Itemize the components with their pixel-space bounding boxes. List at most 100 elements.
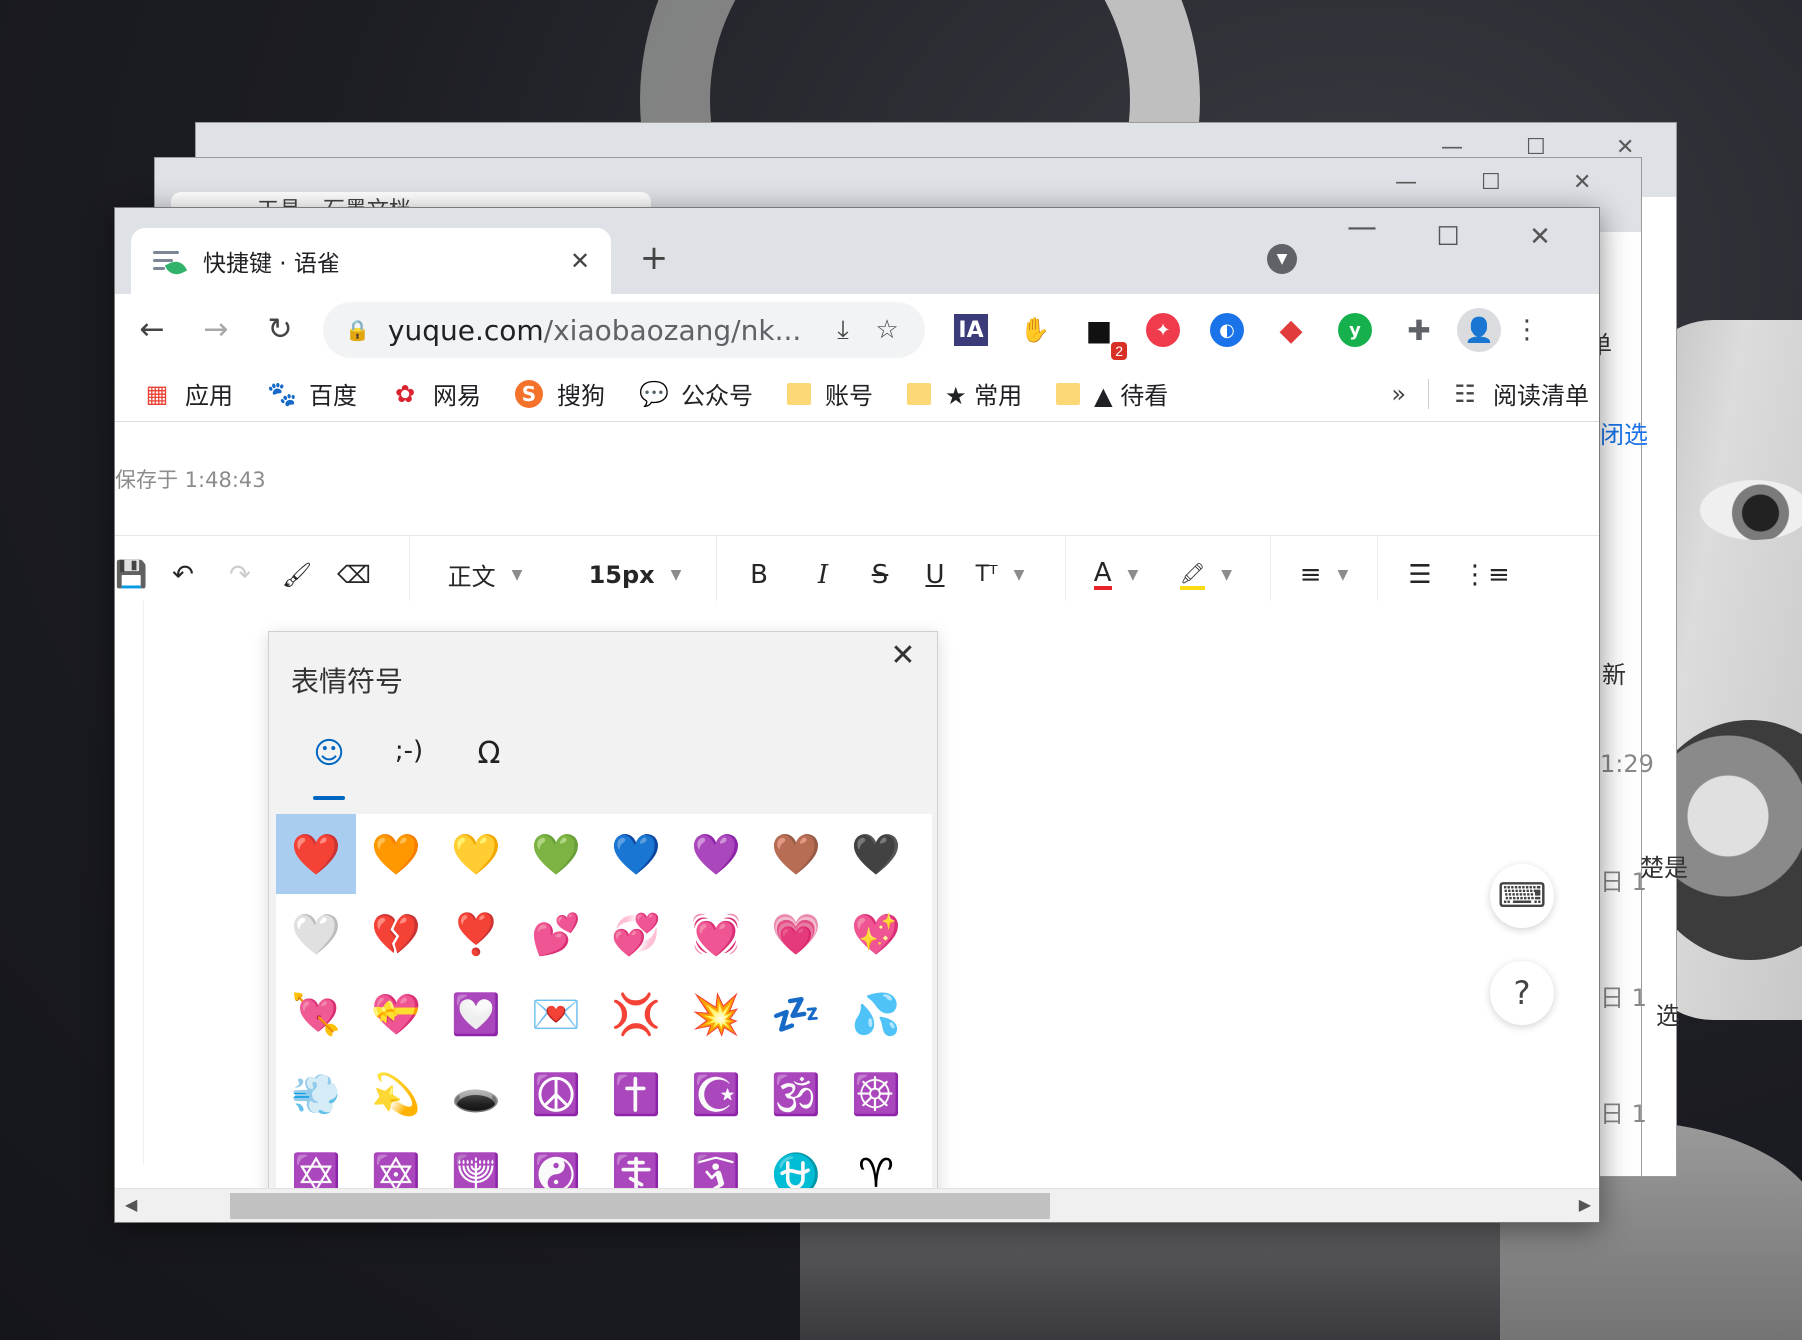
emoji-cell[interactable]: 💚 [516, 814, 596, 894]
emoji-cell[interactable]: ☸️ [836, 1054, 916, 1134]
emoji-cell[interactable]: 💔 [356, 894, 436, 974]
ia-extension-icon[interactable]: IA [954, 314, 988, 346]
emoji-cell[interactable]: 🤎 [756, 814, 836, 894]
reload-button[interactable]: ↻ [255, 305, 305, 355]
maximize-button[interactable]: ☐ [1423, 222, 1473, 252]
emoji-picker-panel[interactable]: 表情符号 ✕ ☺ ;-) Ω ❤️ 🧡 💛 💚 💙 💜 🤎 🖤 🤍 💔 ❣️ 💕 💞 💓 💗 💖 💘 💝 💟 💌 💢 💥 💤… [268, 631, 938, 1222]
emoji-cell[interactable]: 💓 [676, 894, 756, 974]
emoji-cell[interactable]: 💢 [596, 974, 676, 1054]
install-app-icon[interactable]: ⤓ [821, 315, 865, 346]
horizontal-scrollbar[interactable]: ◀ ▶ [115, 1188, 1599, 1222]
emoji-cell[interactable]: ✝️ [596, 1054, 676, 1134]
document-canvas[interactable]: 表情符号 ✕ ☺ ;-) Ω ❤️ 🧡 💛 💚 💙 💜 🤎 🖤 🤍 💔 ❣️ 💕 💞 💓 💗 💖 💘 💝 💟 💌 💢 💥 💤… [115, 601, 1599, 1222]
scrollbar-thumb[interactable] [230, 1193, 1050, 1219]
todo-extension-icon[interactable]: ■ 2 [1075, 306, 1127, 360]
tab-search-icon[interactable]: ▼ [1267, 244, 1297, 274]
bookmark-baidu[interactable]: 🐾 百度 [267, 376, 357, 411]
keyboard-shortcuts-button[interactable]: ⌨ [1490, 864, 1554, 928]
puzzle-extension-icon[interactable]: ✚ [1395, 306, 1443, 354]
emoji-cell[interactable]: 🧡 [356, 814, 436, 894]
wechat-icon: 💬 [639, 379, 669, 408]
bookmark-folder-to-watch[interactable]: ▲ 待看 [1056, 376, 1168, 411]
tab-kaomoji[interactable]: ;-) [369, 736, 449, 786]
scroll-left-icon[interactable]: ◀ [125, 1195, 137, 1214]
forward-button[interactable]: → [191, 305, 241, 355]
bookmark-folder-accounts[interactable]: 账号 [787, 376, 873, 411]
bookmark-label: 百度 [309, 382, 357, 410]
apps-grid-icon: ▦ [145, 379, 169, 408]
folder-icon [787, 382, 811, 405]
reading-list-button[interactable]: ☷ 阅读清单 [1451, 376, 1589, 411]
bookmark-apps[interactable]: ▦ 应用 [143, 376, 233, 411]
netease-icon: ✿ [394, 379, 416, 408]
tab-close-icon[interactable]: ✕ [565, 247, 595, 275]
new-tab-button[interactable]: + [631, 238, 677, 278]
emoji-cell[interactable]: 💝 [356, 974, 436, 1054]
address-bar[interactable]: 🔒 yuque.com/xiaobaozang/nk... ⤓ ☆ [323, 302, 925, 358]
emoji-cell[interactable]: 💛 [436, 814, 516, 894]
bookmark-star-icon[interactable]: ☆ [865, 315, 909, 345]
emoji-panel-close-icon[interactable]: ✕ [883, 638, 923, 673]
blue-circle-extension-icon[interactable]: ◐ [1203, 306, 1251, 354]
tab-symbols[interactable]: Ω [449, 736, 529, 786]
background-text: 日 1 [1600, 984, 1647, 1012]
bookmark-folder-common[interactable]: ★ 常用 [907, 376, 1022, 411]
saved-status: 保存于 1:48:43 [115, 467, 266, 492]
browser-menu-icon[interactable]: ⋮ [1507, 315, 1547, 345]
more-bookmarks-icon[interactable]: » [1391, 380, 1406, 408]
emoji-cell[interactable]: 💞 [596, 894, 676, 974]
emoji-cell[interactable]: ☪️ [676, 1054, 756, 1134]
red-circle-extension-glyph: ✦ [1146, 313, 1180, 347]
emoji-cell[interactable]: 💥 [676, 974, 756, 1054]
emoji-cell[interactable]: 💟 [436, 974, 516, 1054]
emoji-cell[interactable]: 💙 [596, 814, 676, 894]
emoji-cell[interactable]: 💦 [836, 974, 916, 1054]
blue-circle-extension-glyph: ◐ [1210, 313, 1244, 347]
help-button[interactable]: ? [1490, 961, 1554, 1025]
url-text[interactable]: yuque.com/xiaobaozang/nk... [388, 314, 821, 347]
tab-emoji[interactable]: ☺ [289, 736, 369, 800]
green-circle-extension-icon[interactable]: y [1331, 306, 1379, 354]
browser-window[interactable]: 快捷键 · 语雀 ✕ + ▼ — ☐ ✕ ← → ↻ 🔒 yuque.com/x… [114, 207, 1600, 1223]
red-shape-extension-icon[interactable]: ◆ [1267, 306, 1315, 354]
emoji-cell[interactable]: 🤍 [276, 894, 356, 974]
scroll-right-icon[interactable]: ▶ [1579, 1195, 1591, 1214]
close-icon[interactable]: ✕ [1573, 170, 1591, 195]
maximize-icon[interactable]: ☐ [1481, 170, 1501, 195]
emoji-cell[interactable]: 💤 [756, 974, 836, 1054]
font-size-value: 15px [588, 560, 655, 589]
close-window-button[interactable]: ✕ [1515, 222, 1565, 252]
tab-yuque[interactable]: 快捷键 · 语雀 ✕ [131, 228, 611, 294]
emoji-cell[interactable]: ❤️ [276, 814, 356, 894]
lock-icon[interactable]: 🔒 [345, 318, 370, 342]
background-text: 日 1 [1600, 1100, 1647, 1128]
emoji-cell[interactable]: 💜 [676, 814, 756, 894]
bookmark-netease[interactable]: ✿ 网易 [391, 376, 481, 411]
bookmark-sogou[interactable]: S 搜狗 [515, 376, 605, 411]
red-circle-extension-icon[interactable]: ✦ [1139, 306, 1187, 354]
back-button[interactable]: ← [127, 305, 177, 355]
url-domain: yuque.com [387, 313, 544, 347]
emoji-cell[interactable]: 🕳️ [436, 1054, 516, 1134]
emoji-cell[interactable]: 💖 [836, 894, 916, 974]
paragraph-style-value: 正文 [447, 563, 496, 591]
emoji-cell[interactable]: 💨 [276, 1054, 356, 1134]
emoji-cell[interactable]: 💫 [356, 1054, 436, 1134]
emoji-cell[interactable]: 💘 [276, 974, 356, 1054]
emoji-cell[interactable]: ❣️ [436, 894, 516, 974]
profile-avatar-icon[interactable]: 👤 [1457, 308, 1501, 352]
minimize-button[interactable]: — [1337, 210, 1387, 245]
bookmark-wechat[interactable]: 💬 公众号 [639, 376, 753, 411]
emoji-cell[interactable]: 🖤 [836, 814, 916, 894]
emoji-cell[interactable]: 💕 [516, 894, 596, 974]
emoji-cell[interactable]: 💌 [516, 974, 596, 1054]
emoji-cell[interactable]: ☮️ [516, 1054, 596, 1134]
emoji-cell[interactable]: 💗 [756, 894, 836, 974]
hand-extension-icon[interactable]: ✋ [1011, 306, 1059, 354]
chevron-down-icon: ▼ [1337, 566, 1349, 583]
emoji-cell[interactable]: 🕉️ [756, 1054, 836, 1134]
emoji-grid: ❤️ 🧡 💛 💚 💙 💜 🤎 🖤 🤍 💔 ❣️ 💕 💞 💓 💗 💖 💘 💝 💟 💌 💢 💥 💤 💦 💨 💫 🕳️ ☮️ ✝️ ☪️ 🕉️ ☸️… [276, 814, 932, 1222]
bookmarks-bar: ▦ 应用 🐾 百度 ✿ 网易 S 搜狗 💬 公众号 账号 ★ 常用 ▲ 待看 »… [115, 366, 1599, 422]
emoji-panel-title: 表情符号 [291, 665, 404, 698]
minimize-icon[interactable]: — [1395, 170, 1417, 195]
